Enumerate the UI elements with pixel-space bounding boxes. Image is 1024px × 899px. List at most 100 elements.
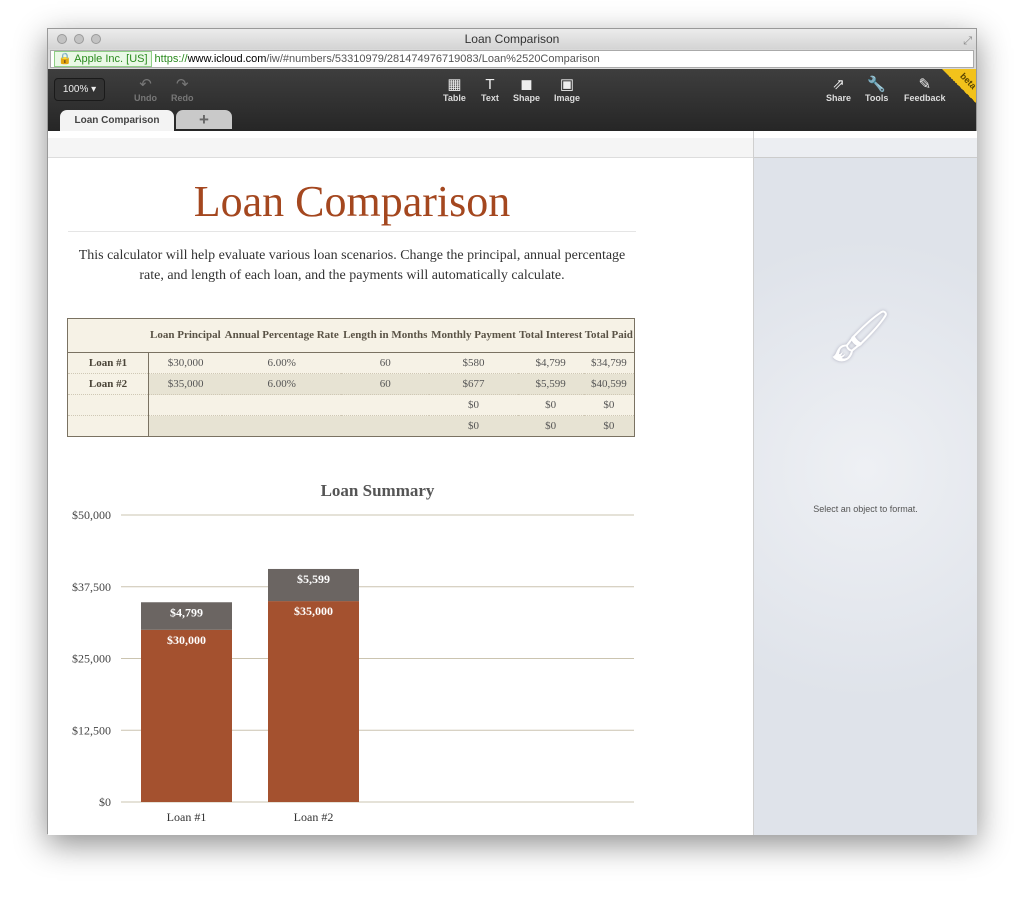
undo-icon: ↶: [139, 76, 152, 93]
url-field[interactable]: 🔒 Apple Inc. [US] https://www.icloud.com…: [50, 50, 974, 68]
url-scheme: https://: [154, 53, 188, 65]
window-title: Loan Comparison: [464, 32, 560, 46]
wrench-icon: 🔧: [867, 76, 887, 93]
minimize-button[interactable]: [74, 34, 84, 44]
table-cell[interactable]: $0: [583, 415, 635, 437]
table-label: Table: [443, 93, 466, 103]
loan-summary-chart[interactable]: Loan Summary $0 $12,500 $25,000 $37,500 $50,0…: [48, 471, 648, 835]
add-sheet-button[interactable]: +: [176, 110, 232, 129]
table-cell[interactable]: [148, 415, 223, 437]
beta-label: beta: [958, 70, 976, 92]
column-header[interactable]: Length in Months: [341, 318, 430, 353]
image-label: Image: [554, 93, 581, 103]
zoom-select[interactable]: 100% ▾: [54, 78, 105, 101]
table-cell[interactable]: [148, 394, 223, 416]
table-row[interactable]: $0 $0 $0: [67, 394, 635, 416]
column-header[interactable]: Total Interest: [517, 318, 584, 353]
y-tick-label: $25,000: [72, 652, 111, 666]
image-icon: ▣: [559, 76, 575, 93]
cert-label: Apple Inc. [US]: [74, 53, 148, 65]
row-header[interactable]: Loan #2: [67, 373, 149, 395]
intro-text[interactable]: This calculator will help evaluate vario…: [78, 246, 626, 286]
table-cell[interactable]: $0: [517, 394, 584, 416]
format-panel-message: Select an object to format.: [813, 504, 918, 514]
chart-title: Loan Summary: [321, 481, 435, 500]
table-cell[interactable]: [341, 415, 430, 437]
column-header[interactable]: [67, 318, 149, 353]
share-icon: ⇗: [832, 76, 845, 93]
table-cell[interactable]: $35,000: [148, 373, 223, 395]
x-tick-label: Loan #1: [167, 810, 207, 824]
column-header[interactable]: Monthly Payment: [429, 318, 518, 353]
table-cell[interactable]: $0: [583, 394, 635, 416]
table-cell[interactable]: $0: [429, 394, 518, 416]
y-tick-label: $12,500: [72, 723, 111, 737]
table-row[interactable]: $0 $0 $0: [67, 415, 635, 437]
table-cell[interactable]: $0: [429, 415, 518, 437]
table-cell[interactable]: [222, 415, 342, 437]
table-row[interactable]: Loan #2 $35,000 6.00% 60 $677 $5,599 $40,599: [67, 373, 635, 395]
table-cell[interactable]: $30,000: [148, 352, 223, 374]
table-cell[interactable]: $4,799: [517, 352, 584, 374]
feedback-icon: ✎: [918, 76, 932, 93]
tab-loan-comparison[interactable]: Loan Comparison: [60, 110, 174, 131]
beta-ribbon: beta: [942, 69, 976, 103]
text-label: Text: [481, 93, 499, 103]
table-cell[interactable]: $0: [517, 415, 584, 437]
title-bar: Loan Comparison ⤢: [48, 29, 976, 49]
table-cell[interactable]: 60: [341, 373, 430, 395]
bar-segment: [268, 601, 359, 802]
share-label: Share: [826, 93, 852, 103]
loan-table[interactable]: Loan Principal Annual Percentage Rate Leng…: [67, 318, 635, 437]
undo-button[interactable]: ↶ Undo: [134, 76, 157, 103]
format-panel: 🖌 Select an object to format.: [754, 131, 977, 835]
column-header[interactable]: Total Paid: [583, 318, 635, 353]
row-header[interactable]: [67, 394, 149, 416]
paintbrush-icon: 🖌: [828, 308, 892, 364]
row-header[interactable]: [67, 415, 149, 437]
url-path: /iw/#numbers/53310979/281474976719083/Lo…: [266, 53, 600, 65]
y-tick-label: $37,500: [72, 580, 111, 594]
tools-label: Tools: [865, 93, 889, 103]
table-cell[interactable]: $580: [429, 352, 518, 374]
feedback-button[interactable]: ✎ Feedback: [904, 76, 946, 103]
cert-badge[interactable]: 🔒 Apple Inc. [US]: [54, 51, 152, 67]
x-tick-label: Loan #2: [294, 810, 334, 824]
table-cell[interactable]: 6.00%: [222, 373, 342, 395]
zoom-button[interactable]: [91, 34, 101, 44]
table-cell[interactable]: 6.00%: [222, 352, 342, 374]
table-cell[interactable]: 60: [341, 352, 430, 374]
data-label: $4,799: [170, 605, 203, 619]
browser-window: Loan Comparison ⤢ 🔒 Apple Inc. [US] http…: [47, 28, 977, 835]
data-label: $30,000: [167, 633, 206, 647]
feedback-label: Feedback: [904, 93, 946, 103]
redo-icon: ↷: [175, 76, 189, 93]
y-tick-label: $0: [99, 795, 111, 809]
fullscreen-icon[interactable]: ⤢: [963, 31, 972, 51]
table-cell[interactable]: [222, 394, 342, 416]
table-cell[interactable]: $40,599: [583, 373, 635, 395]
redo-button[interactable]: ↷ Redo: [171, 76, 194, 103]
column-header[interactable]: Loan Principal: [148, 318, 223, 353]
undo-label: Undo: [134, 93, 157, 103]
shape-label: Shape: [513, 93, 541, 103]
shape-button[interactable]: ◼ Shape: [513, 76, 540, 103]
row-header[interactable]: Loan #1: [67, 352, 149, 374]
page-title[interactable]: Loan Comparison: [68, 176, 636, 232]
lock-icon: 🔒: [58, 53, 72, 65]
y-tick-label: $50,000: [72, 508, 111, 522]
ruler: [48, 131, 753, 158]
image-button[interactable]: ▣ Image: [554, 76, 580, 103]
table-button[interactable]: ▦ Table: [443, 76, 466, 103]
share-button[interactable]: ⇗ Share: [826, 76, 851, 103]
text-button[interactable]: T Text: [481, 76, 499, 103]
table-cell[interactable]: $677: [429, 373, 518, 395]
tools-button[interactable]: 🔧 Tools: [865, 76, 888, 103]
table-cell[interactable]: [341, 394, 430, 416]
data-label: $5,599: [297, 572, 330, 586]
table-row[interactable]: Loan #1 $30,000 6.00% 60 $580 $4,799 $34,799: [67, 352, 635, 374]
table-cell[interactable]: $5,599: [517, 373, 584, 395]
table-cell[interactable]: $34,799: [583, 352, 635, 374]
column-header[interactable]: Annual Percentage Rate: [222, 318, 342, 353]
close-button[interactable]: [57, 34, 67, 44]
